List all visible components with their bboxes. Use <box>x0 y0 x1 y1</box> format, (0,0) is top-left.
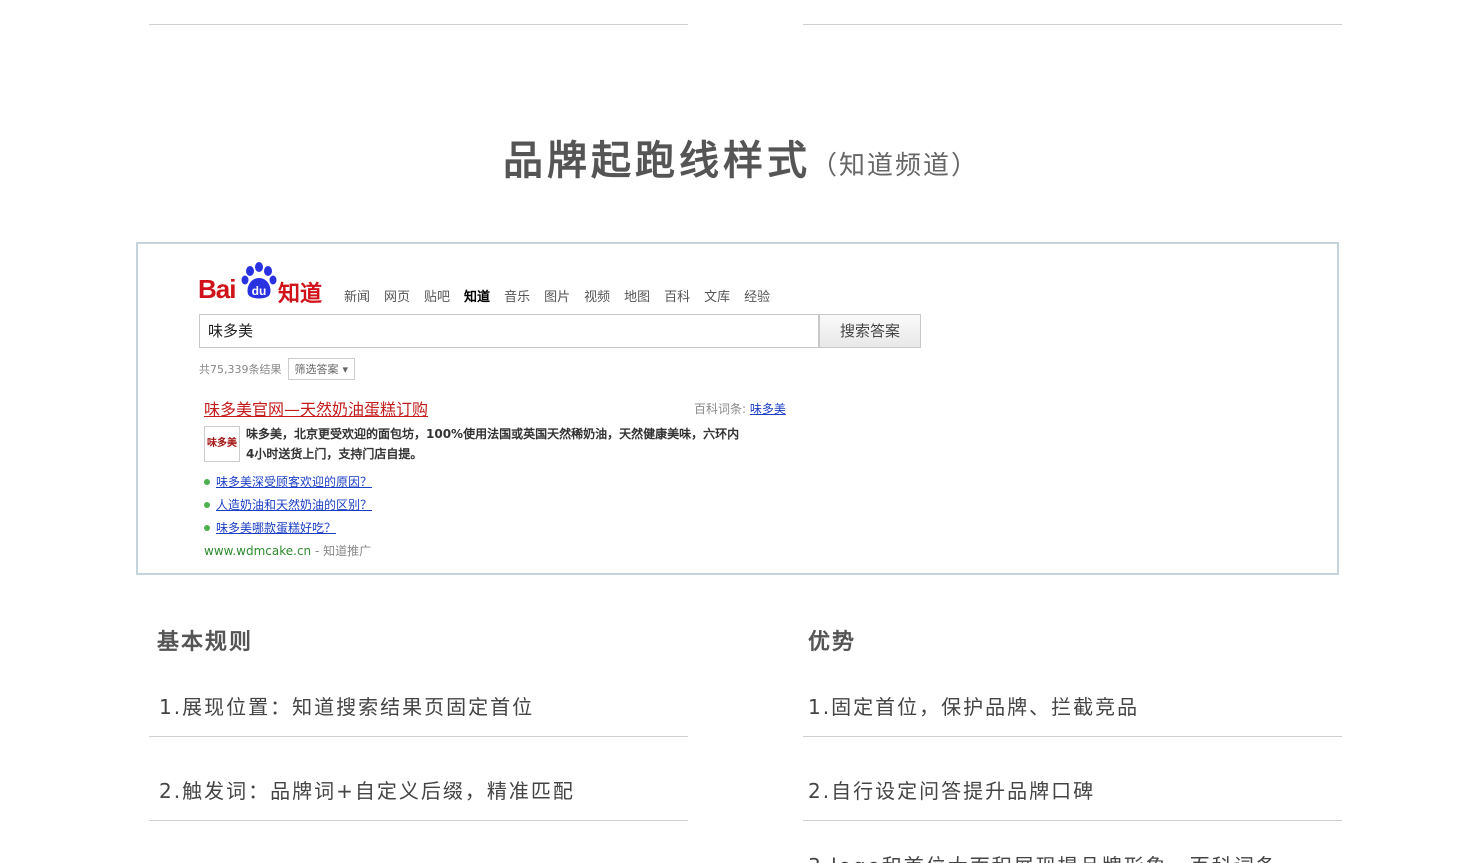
brand-thumbnail[interactable]: 味多美 <box>204 426 240 462</box>
nav-item[interactable]: 视频 <box>584 286 610 305</box>
result-count: 共75,339条结果 <box>199 363 282 376</box>
top-divider-right <box>803 24 1342 25</box>
nav-item[interactable]: 图片 <box>544 286 570 305</box>
related-questions: 味多美深受顾客欢迎的原因？ 人造奶油和天然奶油的区别？ 味多美哪款蛋糕好吃？ <box>204 470 372 539</box>
nav-item[interactable]: 新闻 <box>344 286 370 305</box>
page-title-sub: （知道频道） <box>810 151 979 181</box>
site-separator: - <box>311 544 324 558</box>
baidu-paw-icon: du <box>241 262 277 299</box>
site-line: www.wdmcake.cn - 知道推广 <box>204 542 371 559</box>
wiki-link[interactable]: 味多美 <box>750 402 786 416</box>
nav-item[interactable]: 音乐 <box>504 286 530 305</box>
search-input[interactable]: 味多美 <box>199 314 819 348</box>
wiki-entry: 百科词条: 味多美 <box>694 400 786 417</box>
logo-zhidao-text: 知道 <box>278 282 323 307</box>
filter-answers-dropdown[interactable]: 筛选答案 ▾ <box>287 358 356 380</box>
nav-item[interactable]: 文库 <box>704 286 730 305</box>
list-item: 人造奶油和天然奶油的区别？ <box>204 493 372 516</box>
rule-row-1: 1.展现位置：知道搜索结果页固定首位 <box>159 695 535 719</box>
site-label: 知道推广 <box>323 544 372 558</box>
advantage-row-1: 1.固定首位，保护品牌、拦截竞品 <box>808 695 1140 719</box>
page-title-main: 品牌起跑线样式 <box>502 138 811 184</box>
bullet-icon <box>204 501 210 508</box>
rule-row-2: 2.触发词：品牌词+自定义后缀，精准匹配 <box>159 779 575 803</box>
result-description: 味多美，北京更受欢迎的面包坊，100%使用法国或英国天然稀奶油，天然健康美味，六… <box>246 424 806 464</box>
row-divider <box>149 820 688 821</box>
logo-bai-text: Bai <box>198 274 236 304</box>
filter-label: 筛选答案 <box>294 363 339 376</box>
wiki-prefix: 百科词条: <box>694 402 747 416</box>
list-item: 味多美深受顾客欢迎的原因？ <box>204 470 372 493</box>
row-divider <box>803 820 1342 821</box>
nav-item[interactable]: 贴吧 <box>424 286 450 305</box>
search-answer-button[interactable]: 搜索答案 <box>819 314 921 348</box>
channel-nav: 新闻 网页 贴吧 知道 音乐 图片 视频 地图 百科 文库 经验 <box>344 286 770 305</box>
result-count-row: 共75,339条结果 筛选答案 ▾ <box>199 358 356 380</box>
row-divider <box>149 736 688 737</box>
row-divider <box>803 736 1342 737</box>
related-question-link[interactable]: 味多美哪款蛋糕好吃？ <box>216 519 336 536</box>
nav-item[interactable]: 网页 <box>384 286 410 305</box>
nav-item[interactable]: 知道 <box>464 286 490 305</box>
advantages-heading: 优势 <box>808 630 857 655</box>
nav-item[interactable]: 地图 <box>624 286 650 305</box>
result-title-link[interactable]: 味多美官网—天然奶油蛋糕订购 <box>204 396 428 420</box>
desc-line-2: 4小时送货上门，支持门店自提。 <box>246 447 423 461</box>
advantage-row-3: 3.logo和首位大面积展现提品牌形象，百科词条 <box>808 850 1278 863</box>
logo-du-text: du <box>252 284 267 298</box>
desc-line-1: 味多美，北京更受欢迎的面包坊，100%使用法国或英国天然稀奶油，天然健康美味，六… <box>246 427 740 441</box>
page-title: 品牌起跑线样式（知道频道） <box>0 128 1482 186</box>
rules-heading: 基本规则 <box>157 630 254 655</box>
bullet-icon <box>204 524 210 531</box>
chevron-down-icon: ▾ <box>342 362 349 376</box>
related-question-link[interactable]: 人造奶油和天然奶油的区别？ <box>216 496 372 513</box>
search-result-screenshot: Bai du 知道 新闻 网页 贴吧 知道 音乐 图片 视频 地图 百科 文库 经验 味多美 搜索答… <box>136 242 1339 575</box>
top-divider-left <box>149 24 688 25</box>
advantage-row-2: 2.自行设定问答提升品牌口碑 <box>808 779 1096 803</box>
nav-item[interactable]: 百科 <box>664 286 690 305</box>
baidu-zhidao-logo[interactable]: Bai du 知道 <box>198 262 328 308</box>
nav-item[interactable]: 经验 <box>744 286 770 305</box>
related-question-link[interactable]: 味多美深受顾客欢迎的原因？ <box>216 473 372 490</box>
site-url[interactable]: www.wdmcake.cn <box>204 544 311 558</box>
bullet-icon <box>204 478 210 485</box>
list-item: 味多美哪款蛋糕好吃？ <box>204 516 372 539</box>
